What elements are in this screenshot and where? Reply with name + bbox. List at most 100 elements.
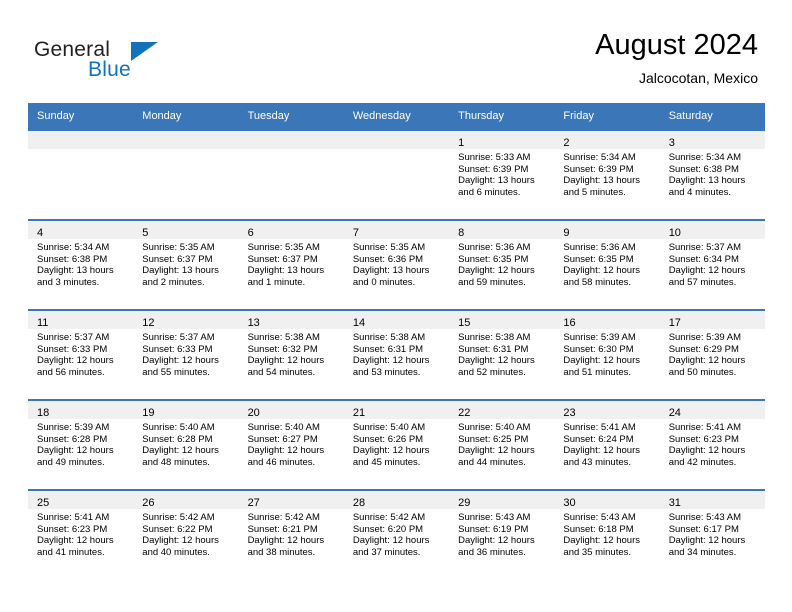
sunrise-time: Sunrise: 5:38 AM [352, 332, 426, 343]
sunrise-time: Sunrise: 5:35 AM [247, 242, 320, 253]
day-cell-content: 25 Sunrise: 5:41 AM Sunset: 6:23 PM Dayligh… [28, 491, 134, 579]
daylight-duration-line2: and 45 minutes. [352, 456, 421, 468]
sunrise-time: Sunrise: 5:35 AM [352, 242, 426, 253]
page-header: General Blue August 2024 Jalcocotan, Mex… [0, 0, 792, 100]
day-number-band: 17 [659, 311, 765, 329]
sunrise-time: Sunrise: 5:42 AM [247, 512, 320, 523]
calendar-day-cell[interactable]: 21 Sunrise: 5:40 AM Sunset: 6:26 PM Dayligh… [343, 399, 450, 490]
calendar-day-cell[interactable]: 16 Sunrise: 5:39 AM Sunset: 6:30 PM Dayligh… [554, 309, 660, 400]
page-subtitle: Jalcocotan, Mexico [638, 70, 758, 86]
calendar-day-cell[interactable]: 26 Sunrise: 5:42 AM Sunset: 6:22 PM Dayligh… [133, 489, 239, 579]
calendar-day-cell[interactable]: 28 Sunrise: 5:42 AM Sunset: 6:20 PM Dayligh… [343, 489, 450, 579]
calendar-day-cell[interactable]: 17 Sunrise: 5:39 AM Sunset: 6:29 PM Dayligh… [659, 309, 765, 400]
sunrise-time: Sunrise: 5:37 AM [668, 242, 742, 253]
calendar-day-cell[interactable]: 19 Sunrise: 5:40 AM Sunset: 6:28 PM Dayligh… [133, 399, 239, 490]
day-number-band: 18 [28, 401, 134, 419]
sunset-time: Sunset: 6:18 PM [563, 523, 634, 535]
day-cell-content: 17 Sunrise: 5:39 AM Sunset: 6:29 PM Dayligh… [659, 311, 765, 399]
day-sun-info: Sunrise: 5:38 AM Sunset: 6:32 PM Daylight:… [239, 329, 344, 378]
calendar-day-cell[interactable]: 9 Sunrise: 5:36 AM Sunset: 6:35 PM Daylight… [554, 219, 660, 310]
calendar-day-cell[interactable]: 7 Sunrise: 5:35 AM Sunset: 6:36 PM Daylight… [343, 219, 450, 310]
day-sun-info: Sunrise: 5:40 AM Sunset: 6:25 PM Daylight:… [449, 419, 554, 468]
sunset-time: Sunset: 6:32 PM [247, 343, 318, 355]
daylight-duration-line2: and 37 minutes. [352, 546, 421, 558]
day-number: 1 [458, 137, 465, 149]
day-sun-info: Sunrise: 5:43 AM Sunset: 6:18 PM Daylight:… [554, 509, 659, 558]
sunrise-time: Sunrise: 5:33 AM [458, 152, 531, 163]
calendar-day-cell[interactable]: 18 Sunrise: 5:39 AM Sunset: 6:28 PM Dayligh… [28, 399, 134, 490]
calendar-day-cell[interactable]: 14 Sunrise: 5:38 AM Sunset: 6:31 PM Dayligh… [343, 309, 450, 400]
calendar-day-cell[interactable]: 12 Sunrise: 5:37 AM Sunset: 6:33 PM Dayligh… [133, 309, 239, 400]
daylight-duration-line2: and 54 minutes. [247, 366, 316, 378]
day-sun-info: Sunrise: 5:42 AM Sunset: 6:21 PM Daylight:… [239, 509, 344, 558]
weekday-header-saturday: Saturday [659, 103, 765, 130]
day-cell-content: 27 Sunrise: 5:42 AM Sunset: 6:21 PM Dayligh… [238, 491, 344, 579]
day-cell-content: 20 Sunrise: 5:40 AM Sunset: 6:27 PM Dayligh… [238, 401, 344, 489]
daylight-duration-line1: Daylight: 12 hours [352, 445, 430, 457]
day-cell-content: 14 Sunrise: 5:38 AM Sunset: 6:31 PM Dayligh… [343, 311, 450, 399]
sunrise-time: Sunrise: 5:43 AM [458, 512, 531, 523]
calendar-day-cell[interactable]: 10 Sunrise: 5:37 AM Sunset: 6:34 PM Dayligh… [659, 219, 765, 310]
sunrise-time: Sunrise: 5:39 AM [563, 332, 636, 343]
sunrise-time: Sunrise: 5:42 AM [142, 512, 215, 523]
daylight-duration-line2: and 41 minutes. [37, 546, 105, 558]
calendar-day-cell[interactable]: 1 Sunrise: 5:33 AM Sunset: 6:39 PM Daylight… [449, 129, 555, 220]
calendar-day-cell[interactable]: 3 Sunrise: 5:34 AM Sunset: 6:38 PM Daylight… [659, 129, 765, 220]
sunrise-time: Sunrise: 5:39 AM [37, 422, 110, 433]
daylight-duration-line1: Daylight: 12 hours [37, 535, 114, 547]
day-number: 29 [458, 497, 471, 509]
day-number: 7 [352, 227, 359, 239]
calendar-day-cell[interactable]: 11 Sunrise: 5:37 AM Sunset: 6:33 PM Dayligh… [28, 309, 134, 400]
daylight-duration-line2: and 44 minutes. [458, 456, 526, 468]
sunset-time: Sunset: 6:35 PM [563, 253, 634, 265]
sunrise-time: Sunrise: 5:40 AM [352, 422, 426, 433]
calendar-cell-empty [28, 129, 134, 220]
calendar-day-cell[interactable]: 15 Sunrise: 5:38 AM Sunset: 6:31 PM Dayligh… [449, 309, 555, 400]
brand-logo[interactable]: General Blue [34, 38, 234, 88]
calendar-cell-empty [343, 129, 450, 220]
sunset-time: Sunset: 6:20 PM [352, 523, 424, 535]
calendar-day-cell[interactable]: 31 Sunrise: 5:43 AM Sunset: 6:17 PM Dayligh… [659, 489, 765, 579]
calendar-day-cell[interactable]: 22 Sunrise: 5:40 AM Sunset: 6:25 PM Dayligh… [449, 399, 555, 490]
calendar-day-cell[interactable]: 29 Sunrise: 5:43 AM Sunset: 6:19 PM Dayligh… [449, 489, 555, 579]
day-sun-info: Sunrise: 5:35 AM Sunset: 6:36 PM Daylight:… [344, 239, 449, 288]
day-number: 19 [142, 407, 155, 419]
sunrise-time: Sunrise: 5:39 AM [668, 332, 742, 343]
calendar-day-cell[interactable]: 8 Sunrise: 5:36 AM Sunset: 6:35 PM Daylight… [449, 219, 555, 310]
calendar-day-cell[interactable]: 4 Sunrise: 5:34 AM Sunset: 6:38 PM Daylight… [28, 219, 134, 310]
day-number-band: 2 [554, 131, 660, 149]
day-number: 2 [563, 137, 570, 149]
calendar-day-cell[interactable]: 23 Sunrise: 5:41 AM Sunset: 6:24 PM Dayligh… [554, 399, 660, 490]
day-cell-content: 15 Sunrise: 5:38 AM Sunset: 6:31 PM Dayligh… [449, 311, 555, 399]
day-sun-info: Sunrise: 5:42 AM Sunset: 6:20 PM Daylight:… [344, 509, 449, 558]
calendar-day-cell[interactable]: 27 Sunrise: 5:42 AM Sunset: 6:21 PM Dayligh… [238, 489, 344, 579]
sunrise-time: Sunrise: 5:38 AM [458, 332, 531, 343]
day-number-band: 24 [659, 401, 765, 419]
day-sun-info: Sunrise: 5:34 AM Sunset: 6:38 PM Daylight:… [660, 149, 765, 198]
sunrise-time: Sunrise: 5:43 AM [668, 512, 742, 523]
day-cell-content [28, 131, 134, 219]
day-sun-info: Sunrise: 5:41 AM Sunset: 6:23 PM Daylight:… [660, 419, 765, 468]
calendar-day-cell[interactable]: 24 Sunrise: 5:41 AM Sunset: 6:23 PM Dayligh… [659, 399, 765, 490]
sunrise-time: Sunrise: 5:41 AM [668, 422, 742, 433]
day-cell-content: 24 Sunrise: 5:41 AM Sunset: 6:23 PM Dayligh… [659, 401, 765, 489]
calendar-day-cell[interactable]: 25 Sunrise: 5:41 AM Sunset: 6:23 PM Dayligh… [28, 489, 134, 579]
sunset-time: Sunset: 6:35 PM [458, 253, 529, 265]
day-number: 14 [352, 317, 366, 329]
daylight-duration-line1: Daylight: 12 hours [142, 445, 219, 457]
calendar-day-cell[interactable]: 2 Sunrise: 5:34 AM Sunset: 6:39 PM Daylight… [554, 129, 660, 220]
calendar-day-cell[interactable]: 30 Sunrise: 5:43 AM Sunset: 6:18 PM Dayligh… [554, 489, 660, 579]
daylight-duration-line1: Daylight: 12 hours [458, 355, 535, 367]
day-number-band [28, 131, 134, 149]
sunset-time: Sunset: 6:38 PM [668, 163, 739, 175]
sunset-time: Sunset: 6:27 PM [247, 433, 318, 445]
calendar-day-cell[interactable]: 5 Sunrise: 5:35 AM Sunset: 6:37 PM Daylight… [133, 219, 239, 310]
calendar-day-cell[interactable]: 20 Sunrise: 5:40 AM Sunset: 6:27 PM Dayligh… [238, 399, 344, 490]
day-number-band: 27 [238, 491, 344, 509]
daylight-duration-line1: Daylight: 12 hours [458, 445, 535, 457]
calendar-day-cell[interactable]: 6 Sunrise: 5:35 AM Sunset: 6:37 PM Daylight… [238, 219, 344, 310]
daylight-duration-line1: Daylight: 12 hours [563, 265, 640, 277]
day-number: 3 [668, 137, 675, 149]
calendar-day-cell[interactable]: 13 Sunrise: 5:38 AM Sunset: 6:32 PM Dayligh… [238, 309, 344, 400]
calendar-week-row: 4 Sunrise: 5:34 AM Sunset: 6:38 PM Daylight… [28, 219, 765, 310]
